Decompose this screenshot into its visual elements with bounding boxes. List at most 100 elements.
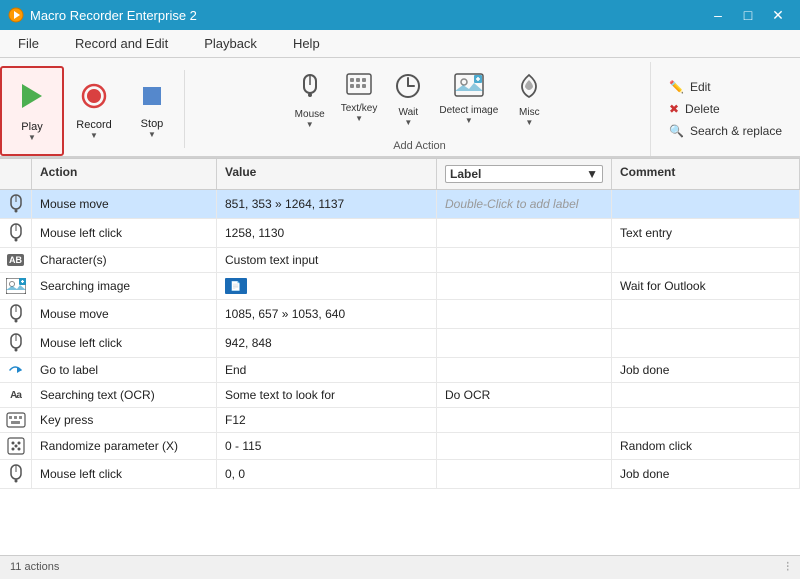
table-body: Mouse move 851, 353 » 1264, 1137 Double-… (0, 190, 800, 489)
mouse-icon (298, 73, 322, 107)
delete-label: Delete (685, 102, 720, 116)
row-icon (0, 358, 32, 382)
play-label: Play (21, 121, 42, 133)
table-row[interactable]: Mouse move 1085, 657 » 1053, 640 (0, 300, 800, 329)
misc-button[interactable]: Misc ▼ (505, 68, 553, 134)
th-action: Action (32, 159, 217, 189)
row-label (437, 358, 612, 382)
row-icon: AB (0, 248, 32, 272)
table-row[interactable]: Mouse left click 942, 848 (0, 329, 800, 358)
table-row[interactable]: Randomize parameter (X) 0 - 115 Random c… (0, 433, 800, 460)
dropdown-arrow-icon: ▼ (586, 167, 598, 181)
row-value: 0 - 115 (217, 433, 437, 459)
row-action: Randomize parameter (X) (32, 433, 217, 459)
row-action: Mouse left click (32, 219, 217, 247)
row-icon (0, 190, 32, 218)
record-icon (80, 82, 108, 117)
menu-file[interactable]: File (0, 30, 57, 57)
textkey-arrow: ▼ (355, 114, 363, 123)
row-value: Custom text input (217, 248, 437, 272)
detect-image-icon (454, 73, 484, 103)
row-icon (0, 329, 32, 357)
resize-grip: ⁝ (786, 558, 790, 575)
edit-label: Edit (690, 80, 711, 94)
table-row[interactable]: Mouse left click 0, 0 Job done (0, 460, 800, 489)
row-value: Some text to look for (217, 383, 437, 407)
row-label (437, 433, 612, 459)
search-replace-button[interactable]: 🔍 Search & replace (663, 122, 788, 140)
table-row[interactable]: Go to label End Job done (0, 358, 800, 383)
row-action: Searching text (OCR) (32, 383, 217, 407)
record-button[interactable]: Record ▼ (64, 66, 124, 156)
stop-arrow: ▼ (148, 130, 156, 139)
status-bar: 11 actions ⁝ (0, 555, 800, 577)
ribbon-right: ✏️ Edit ✖ Delete 🔍 Search & replace (650, 62, 800, 156)
misc-arrow: ▼ (525, 118, 533, 127)
row-label (437, 219, 612, 247)
menu-help[interactable]: Help (275, 30, 338, 57)
title-bar-controls: – □ ✕ (704, 1, 792, 29)
table-row[interactable]: Mouse left click 1258, 1130 Text entry (0, 219, 800, 248)
title-bar-left: Macro Recorder Enterprise 2 (8, 7, 197, 23)
row-label (437, 408, 612, 432)
row-label (437, 273, 612, 299)
delete-button[interactable]: ✖ Delete (663, 100, 788, 118)
menu-playback[interactable]: Playback (186, 30, 275, 57)
textkey-label: Text/key (341, 103, 378, 114)
stop-button[interactable]: Stop ▼ (124, 66, 180, 156)
maximize-button[interactable]: □ (734, 1, 762, 29)
wait-button[interactable]: Wait ▼ (384, 68, 432, 134)
close-button[interactable]: ✕ (764, 1, 792, 29)
title-bar: Macro Recorder Enterprise 2 – □ ✕ (0, 0, 800, 30)
textkey-button[interactable]: Text/key ▼ (334, 68, 385, 134)
minimize-button[interactable]: – (704, 1, 732, 29)
label-text: Label (450, 167, 481, 181)
label-dropdown[interactable]: Label ▼ (445, 165, 603, 183)
table-row[interactable]: Mouse move 851, 353 » 1264, 1137 Double-… (0, 190, 800, 219)
th-icon (0, 159, 32, 189)
label-placeholder: Double-Click to add label (445, 197, 578, 211)
stop-icon (139, 83, 165, 116)
add-action-label: Add Action (393, 140, 446, 156)
row-comment (612, 408, 800, 432)
mouse-label: Mouse (295, 109, 325, 120)
row-value: 📄 (217, 273, 437, 299)
row-value: 0, 0 (217, 460, 437, 488)
row-action: Searching image (32, 273, 217, 299)
table-row[interactable]: Key press F12 (0, 408, 800, 433)
play-button[interactable]: Play ▼ (0, 66, 64, 156)
row-label: Do OCR (437, 383, 612, 407)
wait-label: Wait (399, 107, 419, 118)
edit-button[interactable]: ✏️ Edit (663, 78, 788, 96)
table-row[interactable]: Aa Searching text (OCR) Some text to loo… (0, 383, 800, 408)
wait-arrow: ▼ (404, 118, 412, 127)
row-action: Mouse left click (32, 460, 217, 488)
row-icon (0, 273, 32, 299)
table-row[interactable]: AB Character(s) Custom text input (0, 248, 800, 273)
row-value: 942, 848 (217, 329, 437, 357)
menu-bar: File Record and Edit Playback Help (0, 30, 800, 58)
detect-arrow: ▼ (465, 116, 473, 125)
wait-icon (395, 73, 421, 105)
row-action: Mouse move (32, 300, 217, 328)
search-icon: 🔍 (669, 124, 684, 138)
row-comment (612, 383, 800, 407)
row-action: Mouse left click (32, 329, 217, 357)
row-label: Double-Click to add label (437, 190, 612, 218)
table-row[interactable]: Searching image 📄 Wait for Outlook (0, 273, 800, 300)
row-icon (0, 408, 32, 432)
app-icon (8, 7, 24, 23)
menu-record-edit[interactable]: Record and Edit (57, 30, 186, 57)
row-icon (0, 433, 32, 459)
play-arrow: ▼ (28, 133, 36, 142)
detect-image-button[interactable]: Detect image ▼ (432, 68, 505, 134)
mouse-button[interactable]: Mouse ▼ (286, 68, 334, 134)
table-header: Action Value Label ▼ Comment (0, 159, 800, 190)
row-value: 1085, 657 » 1053, 640 (217, 300, 437, 328)
title-text: Macro Recorder Enterprise 2 (30, 8, 197, 23)
row-comment (612, 329, 800, 357)
textkey-icon (346, 73, 372, 101)
mouse-arrow: ▼ (306, 120, 314, 129)
row-icon: Aa (0, 383, 32, 407)
row-comment: Job done (612, 358, 800, 382)
